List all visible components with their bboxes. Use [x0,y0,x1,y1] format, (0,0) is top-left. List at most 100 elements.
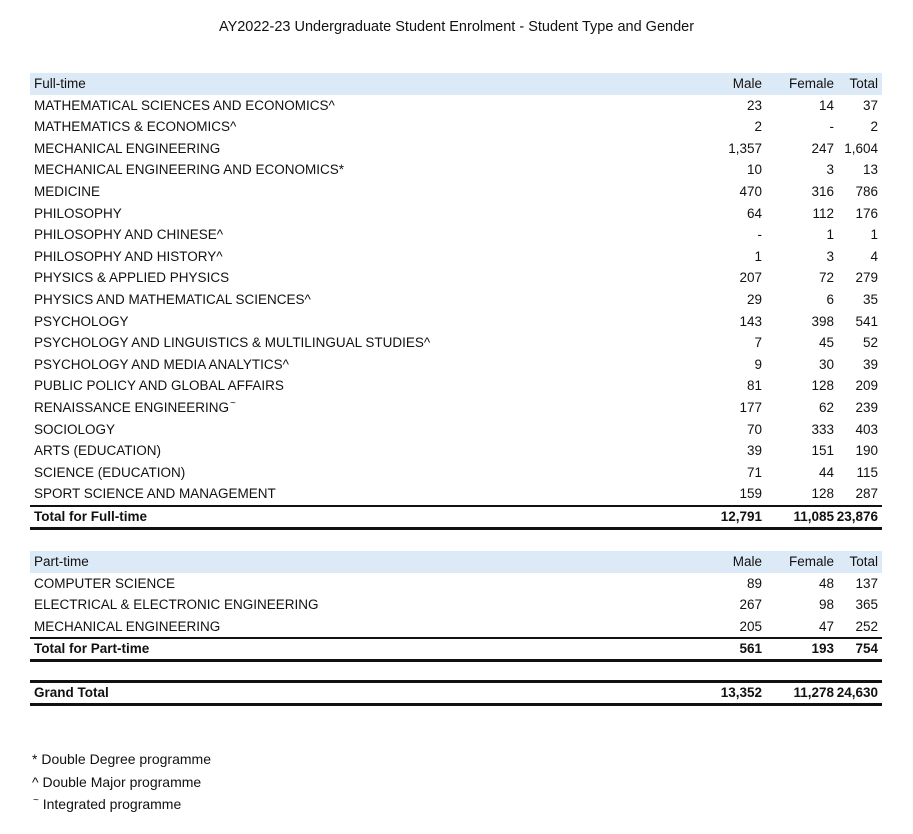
male-count: - [757,227,763,243]
total-count: 1,604 [844,140,878,156]
programme-label: RENAISSANCE ENGINEERING [34,399,230,415]
total-count: 239 [855,399,878,415]
parttime-header-row: Part-time Male Female Total [30,551,882,573]
programme-name: SCIENCE (EDUCATION) [34,462,185,484]
programme-name: PHYSICS & APPLIED PHYSICS [34,267,229,289]
table-row: PHYSICS AND MATHEMATICAL SCIENCES^ 29 6 35 [30,289,882,311]
programme-label: MECHANICAL ENGINEERING AND ECONOMICS* [34,162,345,178]
total-count: 279 [855,270,878,286]
programme-name: MATHEMATICAL SCIENCES AND ECONOMICS^ [34,95,335,117]
total-count: 252 [855,618,878,634]
table-row: PSYCHOLOGY 143 398 541 [30,311,882,333]
total-count: 786 [855,183,878,199]
male-count: 1 [754,248,762,264]
grand-total-label: Grand Total [34,685,109,700]
footnote-integrated: ~ Integrated programme [32,793,211,819]
programme-label: SOCIOLOGY [34,421,116,437]
total-label: Total for Part-time [34,641,150,657]
table-row: PUBLIC POLICY AND GLOBAL AFFAIRS 81 128 209 [30,375,882,397]
programme-label: ELECTRICAL & ELECTRONIC ENGINEERING [34,597,319,613]
table-row: PHILOSOPHY 64 112 176 [30,203,882,225]
total-count: 176 [855,205,878,221]
programme-label: MATHEMATICAL SCIENCES AND ECONOMICS^ [34,97,335,113]
programme-label: PHILOSOPHY AND CHINESE^ [34,227,224,243]
programme-name: PHILOSOPHY AND HISTORY^ [34,246,223,268]
programme-name: SOCIOLOGY [34,419,115,441]
programme-label: MATHEMATICS & ECONOMICS^ [34,119,237,135]
total-count: 541 [855,313,878,329]
total-count: 137 [855,575,878,591]
grand-total-row: Grand Total 13,352 11,278 24,630 [30,680,882,706]
total-count: 4 [870,248,878,264]
male-count: 159 [739,486,762,502]
male-count: 267 [739,597,762,613]
programme-name: RENAISSANCE ENGINEERING~ [34,397,236,421]
header-total: Total [849,76,878,91]
total-count: 365 [855,597,878,613]
header-male: Male [732,76,762,91]
programme-name: ARTS (EDUCATION) [34,440,161,462]
male-count: 9 [754,356,762,372]
total-count: 39 [862,356,878,372]
grand-total-male: 13,352 [720,685,762,700]
table-row: RENAISSANCE ENGINEERING~ 177 62 239 [30,397,882,419]
total-count: 190 [855,443,878,459]
table-row: PSYCHOLOGY AND LINGUISTICS & MULTILINGUA… [30,332,882,354]
programme-label: PSYCHOLOGY AND LINGUISTICS & MULTILINGUA… [34,335,431,351]
table-row: SOCIOLOGY 70 333 403 [30,419,882,441]
male-count: 1,357 [728,140,762,156]
male-count: 207 [739,270,762,286]
programme-name: MECHANICAL ENGINEERING AND ECONOMICS* [34,159,344,181]
grand-total-total: 24,630 [836,685,878,700]
programme-label: COMPUTER SCIENCE [34,575,176,591]
programme-name: SPORT SCIENCE AND MANAGEMENT [34,483,276,505]
male-count: 64 [746,205,762,221]
total-count: 403 [855,421,878,437]
programme-label: PHILOSOPHY AND HISTORY^ [34,248,223,264]
table-row: PHYSICS & APPLIED PHYSICS 207 72 279 [30,267,882,289]
total-male: 561 [739,641,762,657]
programme-label: PHYSICS & APPLIED PHYSICS [34,270,230,286]
table-row: MECHANICAL ENGINEERING 1,357 247 1,604 [30,138,882,160]
footnote-double-degree: * Double Degree programme [32,751,211,767]
male-count: 81 [746,378,762,394]
male-count: 70 [746,421,762,437]
total-count: 1 [870,227,878,243]
total-total: 23,876 [836,508,878,524]
programme-label: PHYSICS AND MATHEMATICAL SCIENCES^ [34,291,311,307]
male-count: 2 [754,119,762,135]
total-total: 754 [855,641,878,657]
male-count: 205 [739,618,762,634]
footnote-integrated-text: Integrated programme [42,796,182,812]
programme-name: MEDICINE [34,181,100,203]
male-count: 89 [746,575,762,591]
header-male: Male [732,554,762,569]
programme-label: MECHANICAL ENGINEERING [34,140,221,156]
parttime-table: Part-time Male Female Total COMPUTER SCI… [30,551,882,663]
fulltime-total-row: Total for Full-time 12,791 11,085 23,876 [30,504,882,530]
table-row: SCIENCE (EDUCATION) 71 44 115 [30,462,882,484]
table-row: MECHANICAL ENGINEERING 205 47 252 [30,616,882,638]
programme-name: PHYSICS AND MATHEMATICAL SCIENCES^ [34,289,311,311]
programme-name: PUBLIC POLICY AND GLOBAL AFFAIRS [34,375,284,397]
footnotes: * Double Degree programme ^ Double Major… [32,748,211,819]
male-count: 143 [739,313,762,329]
grand-total-table: Grand Total 13,352 11,278 24,630 [30,680,882,706]
male-count: 29 [746,291,762,307]
footnote-double-major: ^ Double Major programme [32,773,202,790]
table-row: ARTS (EDUCATION) 39 151 190 [30,440,882,462]
programme-label: PUBLIC POLICY AND GLOBAL AFFAIRS [34,378,284,394]
table-row: PHILOSOPHY AND HISTORY^ 1 3 4 [30,246,882,268]
male-count: 71 [746,464,762,480]
parttime-total-row: Total for Part-time 561 193 754 [30,637,882,663]
programme-name: PHILOSOPHY [34,203,122,225]
total-count: 35 [862,291,878,307]
programme-name: PHILOSOPHY AND CHINESE^ [34,224,223,246]
programme-name: PSYCHOLOGY AND MEDIA ANALYTICS^ [34,354,289,376]
programme-label: SPORT SCIENCE AND MANAGEMENT [34,486,276,502]
table-row: MATHEMATICS & ECONOMICS^ 2-2 [30,116,882,138]
programme-name: PSYCHOLOGY [34,311,129,333]
total-label: Total for Full-time [34,508,147,524]
male-count: 177 [739,399,762,415]
programme-label: PHILOSOPHY [34,205,122,221]
